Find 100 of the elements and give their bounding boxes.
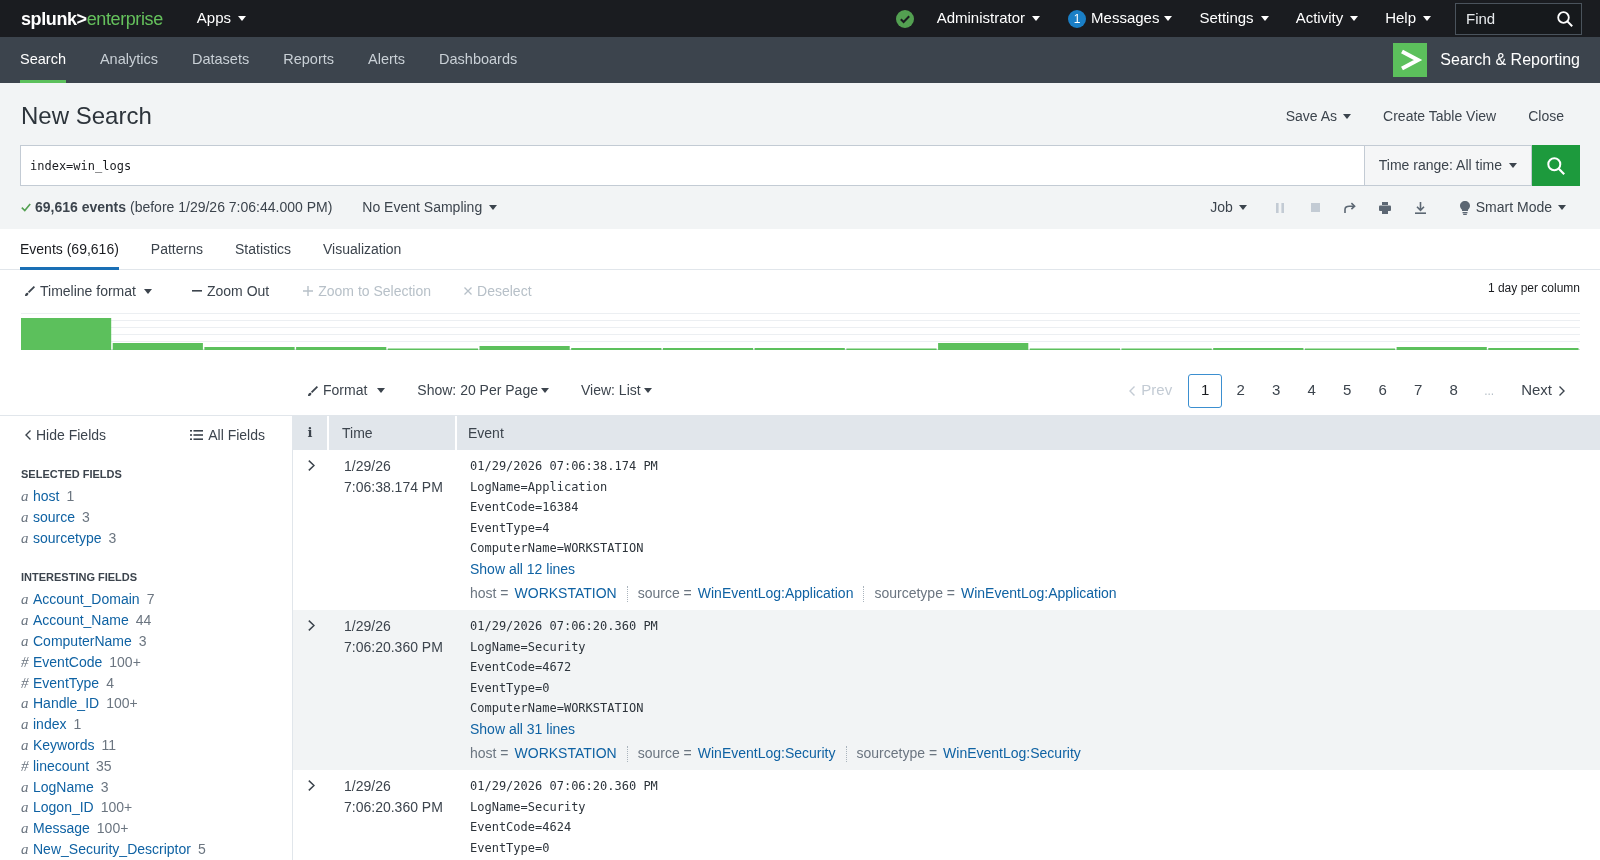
page-button[interactable]: 5 xyxy=(1330,373,1365,408)
field-count: 44 xyxy=(135,611,152,631)
header-action-button[interactable]: Create Table View xyxy=(1383,105,1497,127)
expand-chevron-icon[interactable] xyxy=(307,460,315,471)
field-name-link[interactable]: LogName xyxy=(33,776,94,798)
field-value-link[interactable]: WinEventLog:Security xyxy=(697,743,836,764)
search-button[interactable] xyxy=(1532,145,1580,186)
sampling-menu[interactable]: No Event Sampling xyxy=(362,197,498,218)
histogram-bar[interactable] xyxy=(1396,347,1487,350)
nav-menu[interactable]: Settings xyxy=(1199,7,1269,30)
field-type-glyph: a xyxy=(21,715,30,735)
search-mode-menu[interactable]: Smart Mode xyxy=(1459,197,1566,218)
results-tab[interactable]: Visualization xyxy=(323,229,402,270)
nav-tab[interactable]: Analytics xyxy=(99,37,158,83)
nav-menu[interactable]: Help xyxy=(1385,7,1431,30)
per-page-menu[interactable]: Show: 20 Per Page xyxy=(417,380,549,401)
results-tab[interactable]: Statistics xyxy=(235,229,291,270)
time-range-picker[interactable]: Time range: All time xyxy=(1364,145,1532,186)
histogram-bar[interactable] xyxy=(938,343,1029,350)
field-name-link[interactable]: Account_Name xyxy=(33,610,129,631)
field-name-link[interactable]: Keywords xyxy=(33,734,95,756)
chevron-left-icon xyxy=(25,430,31,440)
timeline-action-button[interactable]: Zoom Out xyxy=(191,280,270,302)
account-menu[interactable]: Administrator xyxy=(936,7,1041,30)
field-value-link[interactable]: WORKSTATION xyxy=(514,743,617,764)
histogram-bar[interactable] xyxy=(479,346,570,350)
apps-menu[interactable]: Apps xyxy=(196,7,246,30)
brush-icon xyxy=(308,385,318,396)
messages-menu[interactable]: 1 Messages xyxy=(1068,7,1173,30)
event-time: 1/29/26 7:06:38.174 PM xyxy=(344,457,444,497)
caret-icon xyxy=(1260,16,1269,21)
field-name-link[interactable]: source xyxy=(33,506,76,528)
plus-icon xyxy=(303,286,314,296)
view-menu[interactable]: View: List xyxy=(581,380,652,401)
field-name-link[interactable]: Message xyxy=(33,818,90,839)
show-all-lines-link[interactable]: Show all 12 lines xyxy=(470,558,576,579)
nav-menu[interactable]: Activity xyxy=(1295,7,1359,30)
field-value-link[interactable]: WinEventLog:Application xyxy=(697,583,854,604)
field-count: 3 xyxy=(138,632,147,651)
page-button[interactable]: 3 xyxy=(1259,373,1294,408)
header-action-button[interactable]: Close xyxy=(1528,105,1564,127)
field-name-link[interactable]: index xyxy=(33,714,67,735)
find-field[interactable]: Find xyxy=(1455,2,1582,35)
stop-icon xyxy=(1310,203,1320,212)
field-type-glyph: a xyxy=(21,507,30,527)
field-name-link[interactable]: sourcetype xyxy=(33,527,102,549)
field-name-link[interactable]: Handle_ID xyxy=(33,693,100,715)
job-menu[interactable]: Job xyxy=(1210,197,1247,218)
results-tab[interactable]: Patterns xyxy=(150,229,203,270)
field-name-link[interactable]: linecount xyxy=(33,755,90,777)
nav-tab[interactable]: Search xyxy=(20,37,66,83)
page-button[interactable]: 2 xyxy=(1223,373,1258,408)
expand-chevron-icon[interactable] xyxy=(307,620,315,631)
section-heading: INTERESTING FIELDS xyxy=(21,570,138,586)
caret-icon xyxy=(489,205,498,210)
field-type-glyph: # xyxy=(21,756,30,776)
event-line: ComputerName=WORKSTATION xyxy=(470,700,644,717)
close-icon xyxy=(464,287,473,295)
show-all-lines-link[interactable]: Show all 31 lines xyxy=(470,718,576,739)
search-query-input[interactable]: index=win_logs xyxy=(20,145,1365,186)
results-tab[interactable]: Events (69,616) xyxy=(20,229,119,270)
field-count: 35 xyxy=(96,756,112,776)
page-button[interactable]: 7 xyxy=(1401,373,1436,408)
caret-icon xyxy=(143,288,152,294)
nav-tab[interactable]: Reports xyxy=(283,37,334,83)
list-icon xyxy=(190,430,204,440)
nav-tab[interactable]: Datasets xyxy=(192,37,250,83)
all-fields-button[interactable]: All Fields xyxy=(190,424,265,446)
field-label: sourcetype = xyxy=(874,584,955,603)
field-type-glyph: a xyxy=(21,487,30,506)
header-action-button[interactable]: Save As xyxy=(1285,105,1352,127)
field-name-link[interactable]: New_Security_Descriptor xyxy=(33,838,191,860)
field-name-link[interactable]: EventCode xyxy=(33,651,103,673)
next-page-button[interactable]: Next xyxy=(1521,379,1565,402)
page-button[interactable]: 1 xyxy=(1188,373,1223,408)
histogram-bar[interactable] xyxy=(112,343,203,350)
format-menu[interactable]: Format xyxy=(308,380,386,401)
hide-fields-button[interactable]: Hide Fields xyxy=(25,424,107,446)
histogram-bar[interactable] xyxy=(204,347,295,350)
field-value-link[interactable]: WinEventLog:Security xyxy=(943,743,1081,764)
histogram-bar[interactable] xyxy=(21,318,112,350)
field-name-link[interactable]: Logon_ID xyxy=(33,797,94,819)
histogram-bar[interactable] xyxy=(296,347,387,350)
field-type-glyph: a xyxy=(21,590,30,610)
field-type-glyph: a xyxy=(21,528,30,548)
field-value-link[interactable]: WinEventLog:Application xyxy=(961,583,1117,604)
field-value-link[interactable]: WORKSTATION xyxy=(514,583,617,604)
event-line: LogName=Security xyxy=(470,638,586,656)
page-button[interactable]: 4 xyxy=(1294,373,1329,408)
field-name-link[interactable]: ComputerName xyxy=(33,631,132,652)
nav-tab[interactable]: Dashboards xyxy=(439,37,518,83)
page-button[interactable]: 8 xyxy=(1436,373,1471,408)
field-name-link[interactable]: host xyxy=(33,486,60,507)
field-count: 100+ xyxy=(100,798,133,818)
timeline-action-button[interactable]: Timeline format xyxy=(25,280,152,302)
field-name-link[interactable]: Account_Domain xyxy=(33,589,140,611)
nav-tab[interactable]: Alerts xyxy=(368,37,406,83)
page-button[interactable]: 6 xyxy=(1365,373,1400,408)
expand-chevron-icon[interactable] xyxy=(307,780,315,791)
field-name-link[interactable]: EventType xyxy=(33,672,100,694)
